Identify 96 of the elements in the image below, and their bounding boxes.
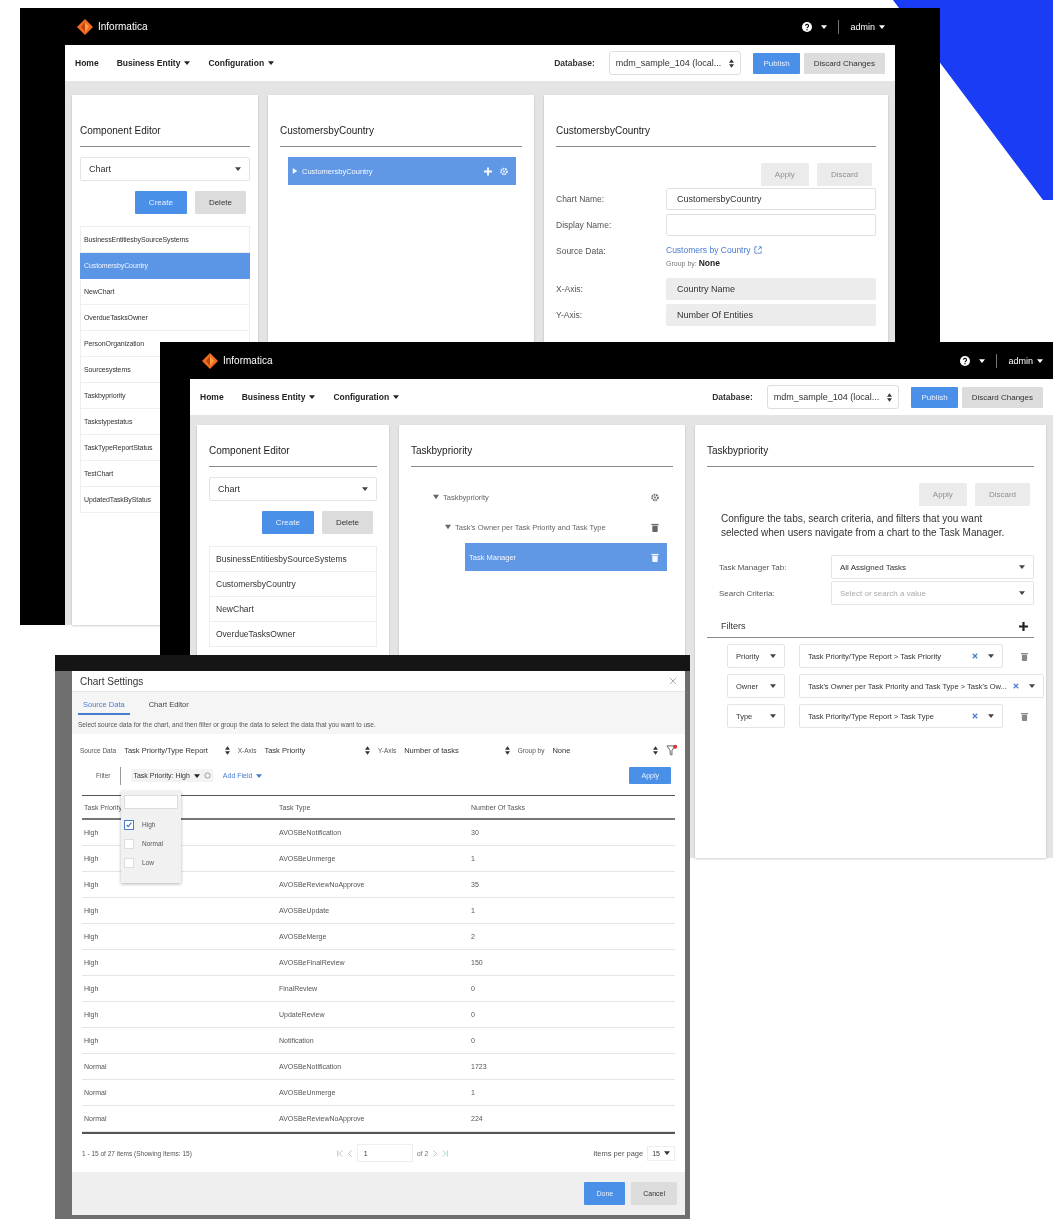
clear-icon[interactable] — [972, 653, 978, 659]
caret-icon — [1037, 358, 1043, 363]
caret-icon — [770, 714, 776, 718]
field-label: X-Axis: — [556, 283, 584, 294]
trash-icon[interactable] — [1021, 651, 1028, 661]
chart-type-select[interactable]: Chart — [80, 157, 250, 181]
text-field[interactable]: CustomersbyCountry — [666, 188, 876, 210]
caret-icon — [988, 654, 994, 658]
external-link-icon — [753, 246, 762, 254]
nav-menu-item[interactable]: Business Entity — [241, 392, 316, 402]
caret-icon — [393, 395, 400, 399]
database-label: Database: — [554, 58, 595, 68]
field-label: Source Data: — [556, 245, 607, 256]
app-name: Informatica — [223, 355, 273, 366]
panel-title: CustomersbyCountry — [556, 95, 876, 147]
caret-icon — [268, 61, 275, 65]
caret-icon — [770, 684, 776, 688]
nav-menu-item[interactable]: Configuration — [208, 58, 275, 68]
caret-icon — [362, 487, 368, 491]
caret-icon — [879, 24, 885, 29]
panel-title: Taskbypriority — [411, 425, 673, 467]
help-icon[interactable] — [802, 21, 813, 32]
panel-title: Component Editor — [80, 95, 250, 147]
funnel-icon[interactable] — [666, 743, 677, 757]
field-label: Y-Axis: — [556, 309, 584, 320]
caret-icon — [770, 654, 776, 658]
clear-icon[interactable] — [972, 713, 978, 719]
database-label: Database: — [712, 392, 753, 402]
trash-icon[interactable] — [1021, 711, 1028, 721]
nav-menu-item[interactable]: Home — [200, 392, 224, 402]
caret-icon — [1019, 565, 1025, 569]
caret-icon — [1019, 591, 1025, 595]
help-icon[interactable] — [960, 355, 971, 366]
nav-button[interactable]: Discard Changes — [961, 386, 1043, 408]
caret-icon — [309, 395, 316, 399]
nav-menu-item[interactable]: Configuration — [333, 392, 400, 402]
database-select[interactable]: mdm_sample_104 (local... — [766, 385, 900, 409]
readonly-field: Number Of Entities — [666, 304, 876, 326]
text-field[interactable] — [666, 214, 876, 236]
close-icon[interactable] — [669, 677, 677, 686]
nav-menu-item[interactable]: Business Entity — [116, 58, 191, 68]
updown-arrows-icon — [729, 58, 735, 68]
trash-icon[interactable] — [651, 522, 659, 532]
field-label: Search Criteria: — [719, 588, 776, 598]
panel-title: Component Editor — [209, 425, 377, 467]
clear-icon[interactable] — [1012, 683, 1019, 689]
field-label: Task Manager Tab: — [719, 562, 788, 572]
previous-page-icon[interactable] — [346, 1148, 353, 1158]
caret-icon — [193, 773, 200, 778]
field-label: Chart Name: — [556, 193, 606, 204]
updown-arrows-icon — [504, 745, 510, 755]
app-name: Informatica — [98, 21, 148, 32]
editor-button[interactable]: Delete — [321, 511, 373, 534]
editor-button[interactable]: Delete — [194, 191, 246, 214]
dropdown-field[interactable]: All Assigned Tasks — [831, 555, 1034, 579]
user-menu[interactable]: admin — [1008, 355, 1043, 366]
chart-type-select[interactable]: Chart — [209, 477, 377, 501]
search-field[interactable] — [124, 795, 178, 809]
caret-icon — [256, 773, 263, 778]
gear-icon[interactable] — [651, 492, 659, 502]
caret-icon — [292, 168, 298, 174]
circle-icon[interactable] — [203, 772, 211, 780]
logo-icon — [202, 352, 218, 369]
caret-icon — [988, 714, 994, 718]
caret-icon[interactable] — [979, 358, 986, 363]
database-select[interactable]: mdm_sample_104 (local... — [608, 51, 742, 75]
user-menu[interactable]: admin — [850, 21, 885, 32]
caret-icon — [433, 494, 439, 500]
updown-arrows-icon — [887, 392, 893, 402]
updown-arrows-icon — [365, 745, 370, 755]
chart-list-item[interactable]: NewChart — [216, 604, 254, 614]
caret-icon — [1028, 684, 1035, 688]
source-link[interactable]: Customers by Country — [666, 245, 876, 255]
updown-arrows-icon — [224, 745, 230, 755]
updown-arrows-icon — [653, 745, 658, 755]
plus-icon[interactable] — [1019, 622, 1028, 631]
field-label: Display Name: — [556, 219, 613, 230]
caret-icon — [664, 1151, 670, 1155]
chart-list-item[interactable]: OverdueTasksOwner — [216, 629, 296, 639]
checkbox[interactable] — [124, 819, 134, 830]
description-text: Configure the tabs, search criteria, and filters that you want selected when users navigate from a chart to the Task Manager. — [721, 512, 1006, 539]
readonly-field: Country Name — [666, 278, 876, 300]
caret-icon — [184, 61, 191, 65]
nav-button[interactable]: Discard Changes — [803, 52, 885, 74]
panel-title: CustomersbyCountry — [280, 95, 522, 147]
next-page-icon[interactable] — [432, 1148, 439, 1158]
logo-icon — [77, 18, 93, 35]
caret-icon — [445, 524, 451, 530]
dialog-title: Chart Settings — [80, 675, 144, 687]
trash-icon[interactable] — [651, 552, 659, 562]
chart-list-item[interactable]: CustomersbyCountry — [216, 579, 296, 589]
caret-icon[interactable] — [821, 24, 828, 29]
caret-icon — [235, 167, 241, 171]
panel-title: Taskbypriority — [707, 425, 1034, 467]
section-title: Filters — [721, 621, 746, 631]
nav-menu-item[interactable]: Home — [75, 58, 99, 68]
